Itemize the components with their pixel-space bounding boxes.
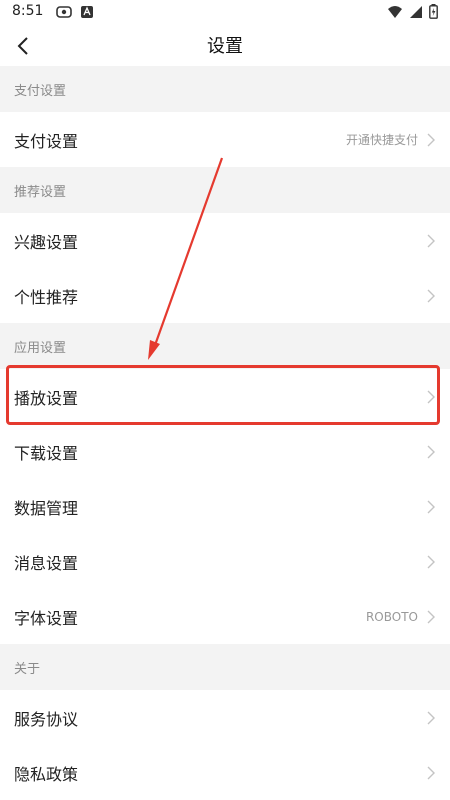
settings-list: 支付设置 支付设置 开通快捷支付 推荐设置 兴趣设置 个性推荐 应用设置 播放设… bbox=[0, 66, 450, 800]
row-label: 兴趣设置 bbox=[14, 232, 79, 252]
status-time: 8:51 bbox=[12, 3, 44, 19]
chevron-right-icon bbox=[427, 289, 435, 302]
row-label: 个性推荐 bbox=[14, 287, 79, 307]
row-interest-settings[interactable]: 兴趣设置 bbox=[0, 213, 450, 268]
section-header-recommend: 推荐设置 bbox=[0, 167, 450, 213]
wifi-icon bbox=[388, 5, 402, 18]
chevron-right-icon bbox=[427, 390, 435, 403]
row-download-settings[interactable]: 下载设置 bbox=[0, 424, 450, 479]
row-label: 隐私政策 bbox=[14, 764, 79, 784]
nav-bar: 设置 bbox=[0, 26, 450, 66]
row-data-management[interactable]: 数据管理 bbox=[0, 479, 450, 534]
row-privacy-policy[interactable]: 隐私政策 bbox=[0, 745, 450, 800]
status-left-icons bbox=[56, 5, 94, 19]
notification-icon bbox=[56, 6, 72, 18]
status-right-icons bbox=[387, 4, 438, 19]
chevron-right-icon bbox=[427, 133, 435, 146]
row-playback-settings[interactable]: 播放设置 bbox=[0, 369, 450, 424]
row-label: 数据管理 bbox=[14, 498, 79, 518]
row-value: ROBOTO bbox=[365, 609, 418, 624]
chevron-right-icon bbox=[427, 500, 435, 513]
row-label: 消息设置 bbox=[14, 553, 79, 573]
section-header-about: 关于 bbox=[0, 644, 450, 690]
row-label: 服务协议 bbox=[14, 709, 79, 729]
row-payment-settings[interactable]: 支付设置 开通快捷支付 bbox=[0, 112, 450, 167]
battery-icon bbox=[429, 4, 438, 19]
row-message-settings[interactable]: 消息设置 bbox=[0, 534, 450, 589]
row-service-agreement[interactable]: 服务协议 bbox=[0, 690, 450, 745]
chevron-right-icon bbox=[427, 610, 435, 623]
row-personalized-recommend[interactable]: 个性推荐 bbox=[0, 268, 450, 323]
chevron-right-icon bbox=[427, 766, 435, 779]
page-title: 设置 bbox=[207, 36, 243, 57]
status-bar: 8:51 bbox=[0, 0, 450, 26]
chevron-right-icon bbox=[427, 555, 435, 568]
signal-icon bbox=[410, 5, 422, 18]
section-header-payment: 支付设置 bbox=[0, 66, 450, 112]
row-label: 字体设置 bbox=[14, 608, 79, 628]
section-header-app: 应用设置 bbox=[0, 323, 450, 369]
row-label: 支付设置 bbox=[14, 131, 79, 151]
chevron-right-icon bbox=[427, 234, 435, 247]
row-label: 播放设置 bbox=[14, 388, 79, 408]
row-font-settings[interactable]: 字体设置 ROBOTO bbox=[0, 589, 450, 644]
chevron-right-icon bbox=[427, 445, 435, 458]
row-value: 开通快捷支付 bbox=[345, 133, 418, 147]
row-label: 下载设置 bbox=[14, 443, 79, 463]
app-badge-icon bbox=[81, 6, 93, 18]
chevron-right-icon bbox=[427, 711, 435, 724]
